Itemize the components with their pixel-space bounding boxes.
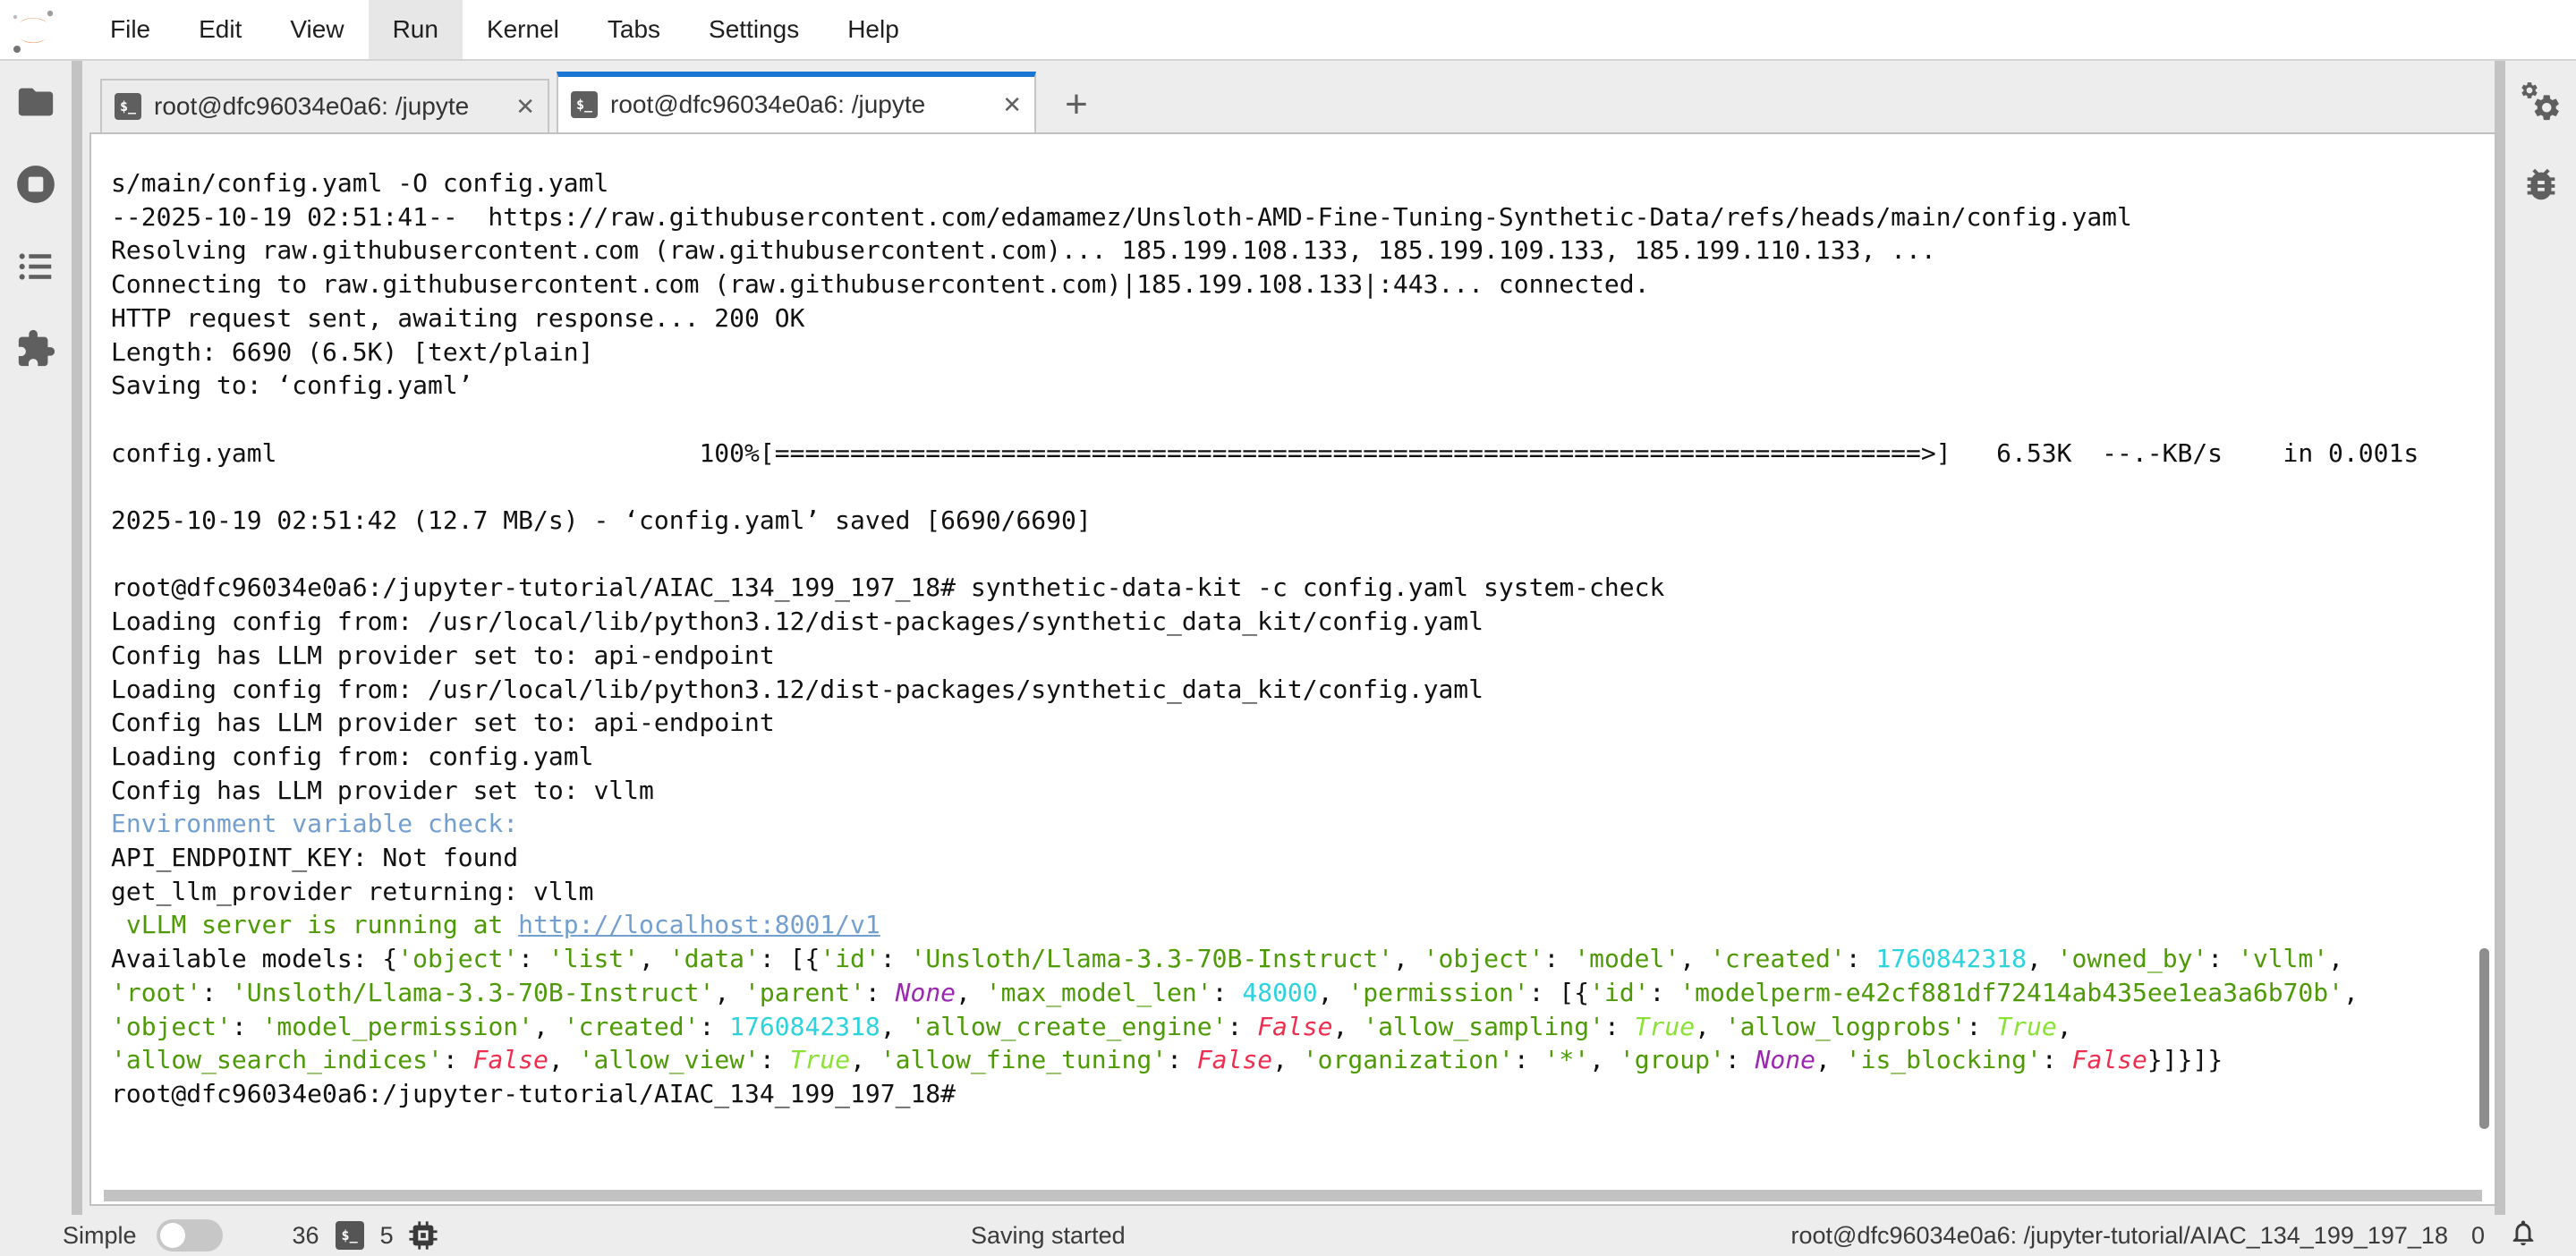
terminal-count[interactable]: 36 — [293, 1222, 319, 1250]
tab-close-icon[interactable]: ✕ — [503, 93, 548, 121]
terminal-tab-1[interactable]: $_ root@dfc96034e0a6: /jupyte✕ — [100, 79, 549, 132]
terminal-line: Config has LLM provider set to: api-endp… — [111, 639, 2495, 673]
left-panel-divider[interactable] — [72, 61, 82, 1215]
terminal-icon: $_ — [571, 91, 598, 118]
terminal-line: HTTP request sent, awaiting response... … — [111, 301, 2495, 335]
terminal-line: get_llm_provider returning: vllm — [111, 875, 2495, 909]
extensions-icon[interactable] — [0, 308, 72, 390]
menubar: FileEditViewRunKernelTabsSettingsHelp — [0, 0, 2576, 61]
terminal-line: root@dfc96034e0a6:/jupyter-tutorial/AIAC… — [111, 1077, 2495, 1111]
terminal-line: s/main/config.yaml -O config.yaml — [111, 166, 2495, 200]
terminal-line: Loading config from: /usr/local/lib/pyth… — [111, 673, 2495, 707]
terminal-icon: $_ — [115, 93, 141, 120]
status-right-group: root@dfc96034e0a6: /jupyter-tutorial/AIA… — [1791, 1218, 2538, 1254]
status-left-group: Simple 36 $_ 5 — [63, 1219, 438, 1252]
terminal-line: Loading config from: /usr/local/lib/pyth… — [111, 605, 2495, 639]
bell-icon[interactable] — [2508, 1218, 2538, 1254]
debugger-bug-icon[interactable] — [2505, 143, 2576, 225]
tab-label: root@dfc96034e0a6: /jupyte — [154, 92, 503, 121]
terminal-line: Config has LLM provider set to: vllm — [111, 774, 2495, 808]
terminal-line — [111, 403, 2495, 437]
tab-label: root@dfc96034e0a6: /jupyte — [610, 90, 990, 119]
terminal-icon[interactable]: $_ — [336, 1221, 364, 1250]
terminal-line: 2025-10-19 02:51:42 (12.7 MB/s) - ‘confi… — [111, 504, 2495, 538]
terminal-line: 'root': 'Unsloth/Llama-3.3-70B-Instruct'… — [111, 976, 2495, 1010]
terminal-output: s/main/config.yaml -O config.yaml--2025-… — [91, 134, 2495, 1111]
tab-close-icon[interactable]: ✕ — [990, 91, 1034, 119]
menu-view[interactable]: View — [266, 0, 368, 59]
terminal-line: Config has LLM provider set to: api-endp… — [111, 706, 2495, 740]
terminal-line: vLLM server is running at http://localho… — [111, 908, 2495, 942]
kernel-count[interactable]: 5 — [380, 1222, 394, 1250]
menu-help[interactable]: Help — [823, 0, 923, 59]
property-inspector-gears-icon[interactable] — [2505, 61, 2576, 143]
terminal-panel[interactable]: s/main/config.yaml -O config.yaml--2025-… — [89, 132, 2496, 1206]
terminal-line: 'object': 'model_permission', 'created':… — [111, 1010, 2495, 1044]
menu-kernel[interactable]: Kernel — [463, 0, 583, 59]
simple-mode-toggle[interactable] — [157, 1219, 223, 1252]
menu-edit[interactable]: Edit — [174, 0, 266, 59]
horizontal-scrollbar[interactable] — [104, 1190, 2482, 1201]
kernel-chip-icon[interactable] — [408, 1220, 438, 1251]
terminal-line: 'allow_search_indices': False, 'allow_vi… — [111, 1043, 2495, 1077]
status-message: Saving started — [971, 1222, 1126, 1250]
menubar-items: FileEditViewRunKernelTabsSettingsHelp — [86, 0, 923, 59]
terminal-line: Connecting to raw.githubusercontent.com … — [111, 267, 2495, 301]
simple-mode-label: Simple — [63, 1222, 137, 1250]
terminal-line: --2025-10-19 02:51:41-- https://raw.gith… — [111, 200, 2495, 234]
terminal-line: Resolving raw.githubusercontent.com (raw… — [111, 233, 2495, 267]
left-sidebar — [0, 61, 72, 1215]
terminal-line: Length: 6690 (6.5K) [text/plain] — [111, 335, 2495, 369]
terminal-line: Saving to: ‘config.yaml’ — [111, 369, 2495, 403]
vertical-scrollbar[interactable] — [2479, 948, 2489, 1129]
status-bar: Simple 36 $_ 5 Saving started root@dfc96… — [0, 1215, 2576, 1256]
terminal-line — [111, 538, 2495, 572]
terminal-line: Environment variable check: — [111, 807, 2495, 841]
folder-icon[interactable] — [0, 61, 72, 143]
terminal-line: API_ENDPOINT_KEY: Not found — [111, 841, 2495, 875]
jupyterlab-window: FileEditViewRunKernelTabsSettingsHelp — [0, 0, 2576, 1256]
menu-settings[interactable]: Settings — [684, 0, 823, 59]
terminal-tab-2[interactable]: $_ root@dfc96034e0a6: /jupyte✕ — [557, 72, 1036, 132]
menu-tabs[interactable]: Tabs — [583, 0, 684, 59]
session-path-label: root@dfc96034e0a6: /jupyter-tutorial/AIA… — [1791, 1222, 2448, 1250]
new-tab-button[interactable]: + — [1050, 84, 1102, 125]
right-sidebar — [2505, 61, 2576, 1215]
terminal-line: Available models: {'object': 'list', 'da… — [111, 942, 2495, 976]
jupyter-logo — [11, 8, 55, 55]
terminal-line: config.yaml 100%[=======================… — [111, 437, 2495, 471]
menu-run[interactable]: Run — [369, 0, 463, 59]
toggle-knob — [160, 1223, 185, 1248]
running-kernels-icon[interactable] — [0, 143, 72, 225]
notification-count[interactable]: 0 — [2471, 1222, 2485, 1250]
terminal-line — [111, 470, 2495, 504]
terminal-line: Loading config from: config.yaml — [111, 740, 2495, 774]
table-of-contents-icon[interactable] — [0, 225, 72, 308]
terminal-line: root@dfc96034e0a6:/jupyter-tutorial/AIAC… — [111, 571, 2495, 605]
menu-file[interactable]: File — [86, 0, 174, 59]
